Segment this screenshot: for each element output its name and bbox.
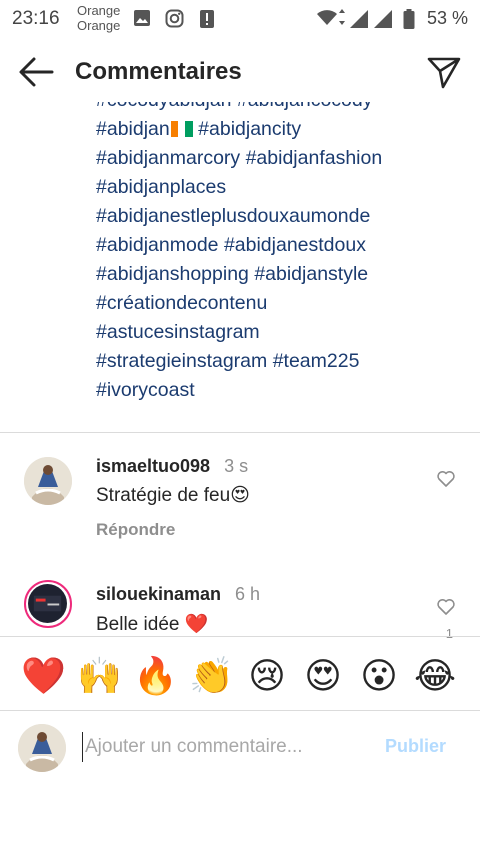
emoji-raising-hands[interactable]: 🙌 bbox=[77, 654, 122, 698]
username-text: ismaeltuo098 bbox=[96, 456, 211, 476]
status-bar: 23:16 Orange Orange 53 % bbox=[0, 0, 480, 38]
avatar-image bbox=[28, 584, 67, 623]
hashtag-line: #abidjanmarcory #abidjanfashion bbox=[96, 144, 466, 173]
hashtag-link[interactable]: #team225 bbox=[273, 350, 360, 372]
reply-button[interactable]: Répondre bbox=[96, 520, 175, 540]
emoji-heart[interactable]: ❤️ bbox=[21, 654, 66, 698]
emoji-surprised[interactable]: 😮 bbox=[357, 654, 401, 698]
hashtag-link[interactable]: #abidjanestleplusdouxaumonde bbox=[96, 205, 370, 227]
hashtag-link[interactable]: #abidjanfashion bbox=[246, 147, 383, 169]
avatar-story-ring[interactable] bbox=[24, 580, 72, 628]
comment-username[interactable]: silouekinaman 6 h bbox=[96, 584, 260, 605]
hashtag-line: #abidjanshopping #abidjanstyle bbox=[96, 260, 466, 289]
signal-icon-2 bbox=[374, 10, 392, 28]
battery-icon bbox=[403, 9, 415, 29]
caption-hashtags: #cocodyabidjan #abidjancocody #abidjan #… bbox=[0, 102, 480, 414]
hashtag-line: #abidjan #abidjancity bbox=[96, 115, 466, 144]
input-divider bbox=[0, 710, 480, 711]
hashtag-link[interactable]: #abidjancocody bbox=[237, 102, 373, 111]
hashtag-link[interactable]: #abidjanshopping bbox=[96, 263, 249, 285]
emoji-crying[interactable]: 😢 bbox=[245, 654, 289, 698]
hashtag-line: #abidjanmode #abidjanestdoux bbox=[96, 231, 466, 260]
emoji-divider bbox=[0, 636, 480, 637]
heart-outline-icon[interactable] bbox=[436, 597, 456, 617]
comment-text: Stratégie de feu😍 bbox=[96, 485, 250, 506]
hashtag-line: #abidjanplaces bbox=[96, 173, 466, 202]
data-arrows-icon bbox=[339, 9, 345, 25]
emoji-heart-eyes[interactable]: 😍 bbox=[301, 654, 345, 698]
hashtag-link[interactable]: #abidjanmarcory bbox=[96, 147, 240, 169]
avatar-image bbox=[24, 457, 72, 505]
emoji-clapping[interactable]: 👏 bbox=[189, 654, 234, 698]
comment-time: 6 h bbox=[235, 584, 261, 604]
hashtag-link[interactable]: #abidjanestdoux bbox=[224, 234, 366, 256]
hashtag-link[interactable]: #ivorycoast bbox=[96, 379, 195, 401]
wifi-icon bbox=[317, 10, 337, 25]
hashtag-line: #créationdecontenu bbox=[96, 289, 466, 318]
hashtag-link[interactable]: #abidjanplaces bbox=[96, 176, 226, 198]
status-time: 23:16 bbox=[12, 8, 60, 29]
avatar-image bbox=[18, 724, 66, 772]
avatar bbox=[18, 724, 66, 772]
hashtag-link[interactable]: #créationdecontenu bbox=[96, 292, 267, 314]
emoji-fire[interactable]: 🔥 bbox=[133, 654, 178, 698]
signal-icon-1 bbox=[350, 10, 368, 28]
emoji-quick-bar: ❤️ 🙌 🔥 👏 😢 😍 😮 😂 bbox=[0, 638, 480, 710]
hashtag-link[interactable]: #abidjanstyle bbox=[254, 263, 368, 285]
hashtag-link[interactable]: #astucesinstagram bbox=[96, 321, 260, 343]
carrier-line-2: Orange bbox=[77, 18, 121, 33]
arrow-left-icon[interactable] bbox=[16, 54, 56, 90]
carrier-label: Orange Orange bbox=[77, 3, 120, 33]
comment-username[interactable]: ismaeltuo098 3 s bbox=[96, 456, 248, 477]
ivory-coast-flag-icon bbox=[170, 121, 193, 137]
hashtag-text: #abidjan bbox=[96, 118, 170, 140]
post-button[interactable]: Publier bbox=[385, 736, 446, 757]
hashtag-link[interactable]: #abidjanmode bbox=[96, 234, 219, 256]
header: Commentaires bbox=[0, 38, 480, 102]
comment-time: 3 s bbox=[224, 456, 249, 476]
instagram-icon bbox=[165, 9, 184, 28]
comment-composer: Publier bbox=[0, 712, 480, 782]
comment-input[interactable] bbox=[82, 732, 362, 762]
hashtag-link[interactable]: #abidjancity bbox=[198, 118, 301, 140]
hashtag-line: #cocodyabidjan #abidjancocody bbox=[96, 102, 466, 115]
hashtag-link[interactable]: #abidjan bbox=[96, 118, 193, 140]
comment-item: silouekinaman 6 h Belle idée ❤️ 1 bbox=[0, 576, 480, 638]
avatar[interactable] bbox=[24, 457, 72, 505]
gallery-icon bbox=[134, 10, 150, 26]
comment-text: Belle idée ❤️ bbox=[96, 614, 209, 635]
comment-item: ismaeltuo098 3 s Stratégie de feu😍 Répond… bbox=[0, 450, 480, 560]
hashtag-link[interactable]: #cocodyabidjan bbox=[96, 102, 232, 111]
hashtag-line: #abidjanestleplusdouxaumonde bbox=[96, 202, 466, 231]
carrier-line-1: Orange bbox=[77, 3, 121, 18]
sim-alert-icon bbox=[200, 10, 214, 28]
hashtag-line: #strategieinstagram #team225 bbox=[96, 347, 466, 376]
paper-plane-icon[interactable] bbox=[426, 54, 462, 90]
caption-divider bbox=[0, 432, 480, 433]
hashtag-line: #astucesinstagram bbox=[96, 318, 466, 347]
hashtag-link[interactable]: #strategieinstagram bbox=[96, 350, 267, 372]
emoji-laughing[interactable]: 😂 bbox=[413, 654, 457, 698]
heart-outline-icon[interactable] bbox=[436, 469, 456, 489]
username-text: silouekinaman bbox=[96, 584, 222, 604]
hashtag-line: #ivorycoast bbox=[96, 376, 466, 405]
battery-percent: 53 % bbox=[426, 8, 468, 28]
page-title: Commentaires bbox=[75, 58, 242, 85]
